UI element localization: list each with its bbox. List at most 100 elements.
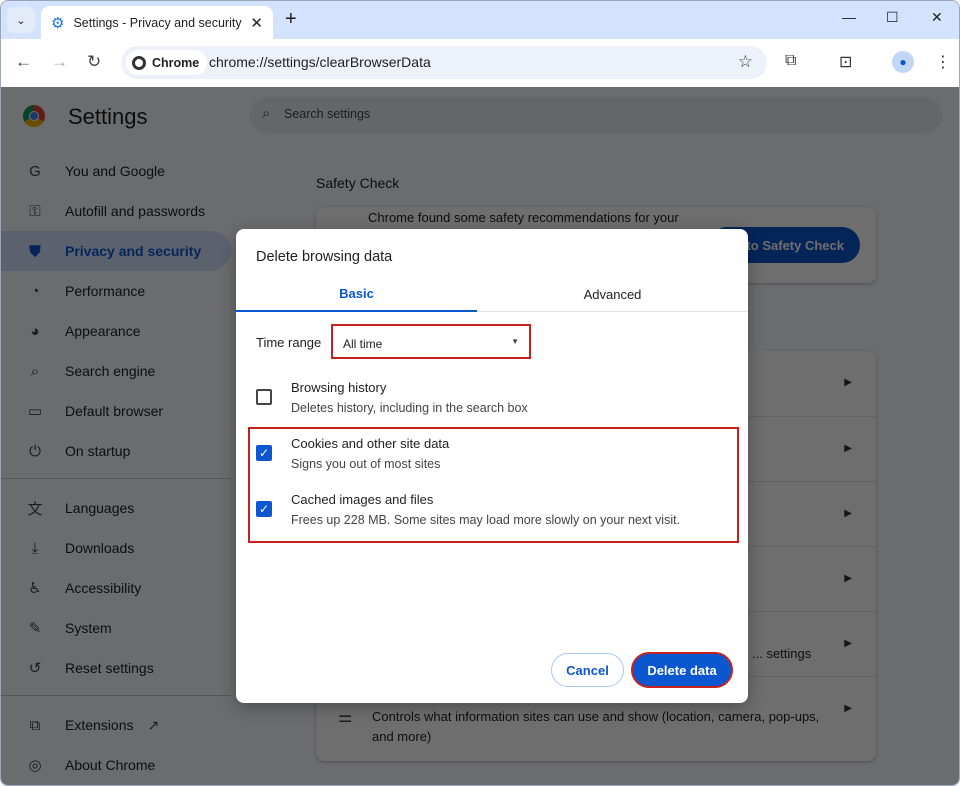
arrow-right-icon: ▶ (844, 508, 852, 519)
tune-icon: ⚌ (338, 709, 353, 726)
forward-icon[interactable]: → (51, 52, 68, 72)
close-window-icon[interactable]: ✕ (931, 9, 943, 26)
sidebar-item-label: System (65, 620, 112, 636)
sidebar-item-label: Languages (65, 500, 135, 516)
url-text[interactable]: chrome://settings/clearBrowserData (209, 54, 431, 70)
tab-basic[interactable]: Basic (236, 276, 477, 312)
search-input[interactable]: ⌕ Search settings (250, 97, 942, 133)
sidebar-item-appearance[interactable]: ◕ Appearance (1, 311, 231, 351)
delete-data-button[interactable]: Delete data (631, 652, 733, 688)
item-title: Cached images and files (291, 492, 434, 507)
browsing-history-checkbox[interactable] (256, 389, 272, 405)
back-icon[interactable]: ← (15, 52, 32, 72)
speedometer-icon: ◔ (30, 282, 40, 300)
sidebar-item-label: Privacy and security (65, 243, 202, 259)
tab-strip: ⌄ ⚙ Settings - Privacy and security ✕ + … (1, 1, 959, 40)
sidebar-divider (1, 478, 231, 479)
sidebar-item-label: Extensions (65, 717, 134, 733)
tab-advanced[interactable]: Advanced (492, 276, 733, 312)
extensions-icon[interactable]: ⧉ (785, 52, 796, 70)
chrome-logo-icon (23, 105, 45, 127)
cookies-checkbox[interactable]: ✓ (256, 445, 272, 461)
minimize-icon[interactable]: — (842, 9, 856, 25)
time-range-select[interactable]: All time ▼ (331, 324, 531, 359)
wrench-icon: ✎ (28, 620, 42, 637)
profile-avatar[interactable]: ● (892, 51, 914, 73)
safety-check-text: Chrome found some safety recommendations… (368, 210, 679, 225)
address-bar[interactable]: Chrome chrome://settings/clearBrowserDat… (121, 46, 767, 79)
row-text: ... settings (752, 646, 812, 661)
arrow-right-icon: ▶ (844, 703, 852, 714)
puzzle-icon: ⧉ (29, 716, 41, 734)
item-title: Cookies and other site data (291, 436, 450, 451)
sidebar-item-label: Downloads (65, 540, 135, 556)
gear-icon: ⚙ (51, 15, 65, 32)
delete-browsing-data-dialog: Delete browsing data Basic Advanced Time… (236, 229, 748, 703)
sidebar-item-reset-settings[interactable]: ↺ Reset settings (1, 648, 231, 688)
power-icon: ⏻ (29, 442, 41, 460)
sidebar-item-languages[interactable]: 文 Languages (1, 488, 231, 528)
sidebar-item-you-and-google[interactable]: G You and Google (1, 151, 231, 191)
search-icon: ⌕ (262, 105, 271, 122)
tab-settings[interactable]: ⚙ Settings - Privacy and security ✕ (41, 6, 273, 40)
tab-search-button[interactable]: ⌄ (7, 7, 35, 33)
new-tab-button[interactable]: + (285, 8, 297, 31)
sidebar-divider (1, 695, 231, 696)
accessibility-icon: ♿ (28, 580, 42, 597)
page-title: Settings (68, 104, 148, 129)
shield-icon: ⛊ (29, 242, 41, 260)
dialog-title: Delete browsing data (256, 249, 393, 265)
bookmark-star-icon[interactable]: ☆ (738, 52, 753, 72)
reset-icon: ↺ (28, 660, 42, 677)
safety-check-heading: Safety Check (316, 175, 400, 191)
lens-icon[interactable]: ⊡ (839, 52, 852, 72)
google-icon: G (29, 162, 41, 180)
sidebar-item-label: On startup (65, 443, 131, 459)
arrow-right-icon: ▶ (844, 638, 852, 649)
toolbar: ← → ↻ Chrome chrome://settings/clearBrow… (1, 39, 959, 87)
browser-window: ⌄ ⚙ Settings - Privacy and security ✕ + … (0, 0, 960, 786)
sidebar-item-autofill-and-passwords[interactable]: ⚿ Autofill and passwords (1, 191, 231, 231)
sidebar-item-label: You and Google (65, 163, 165, 179)
sidebar-item-about-chrome[interactable]: ◎ About Chrome (1, 745, 231, 785)
sidebar-item-default-browser[interactable]: ▭ Default browser (1, 391, 231, 431)
key-icon: ⚿ (29, 202, 41, 220)
sidebar-item-label: Reset settings (65, 660, 154, 676)
arrow-right-icon: ▶ (844, 377, 852, 388)
reload-icon[interactable]: ↻ (87, 52, 101, 72)
sidebar-item-downloads[interactable]: ⤓ Downloads (1, 528, 231, 568)
dropdown-caret-icon: ▼ (511, 337, 519, 346)
sidebar-item-label: Default browser (65, 403, 164, 419)
search-icon: ⌕ (30, 362, 40, 380)
arrow-right-icon: ▶ (844, 443, 852, 454)
item-title: Browsing history (291, 380, 387, 395)
chrome-icon (132, 55, 146, 70)
sidebar-item-label: About Chrome (65, 757, 156, 773)
search-placeholder: Search settings (284, 107, 371, 121)
cached-images-checkbox[interactable]: ✓ (256, 501, 272, 517)
chrome-icon: ◎ (28, 757, 42, 774)
sidebar-item-system[interactable]: ✎ System (1, 608, 231, 648)
item-subtitle: Frees up 228 MB. Some sites may load mor… (291, 513, 681, 527)
sidebar-item-on-startup[interactable]: ⏻ On startup (1, 431, 231, 471)
item-subtitle: Deletes history, including in the search… (291, 401, 528, 415)
sidebar-item-label: Appearance (65, 323, 141, 339)
sidebar-item-label: Performance (65, 283, 146, 299)
sidebar-item-extensions[interactable]: ⧉ Extensions ↗ (1, 705, 231, 745)
sidebar-item-label: Search engine (65, 363, 156, 379)
download-icon: ⤓ (31, 539, 39, 557)
close-tab-icon[interactable]: ✕ (250, 14, 263, 32)
sidebar-item-accessibility[interactable]: ♿ Accessibility (1, 568, 231, 608)
site-chip[interactable]: Chrome (126, 50, 208, 75)
menu-icon[interactable]: ⋮ (935, 52, 951, 72)
maximize-icon[interactable]: ☐ (886, 9, 899, 26)
row-text: Controls what information sites can use … (372, 709, 820, 744)
sidebar-item-search-engine[interactable]: ⌕ Search engine (1, 351, 231, 391)
cancel-button[interactable]: Cancel (551, 653, 624, 687)
time-range-label: Time range (256, 335, 322, 350)
sidebar-item-performance[interactable]: ◔ Performance (1, 271, 231, 311)
sidebar-item-privacy-and-security[interactable]: ⛊ Privacy and security (1, 231, 231, 271)
chevron-down-icon: ⌄ (16, 14, 26, 27)
tab-title: Settings - Privacy and security (73, 16, 242, 30)
sidebar-item-label: Autofill and passwords (65, 203, 206, 219)
